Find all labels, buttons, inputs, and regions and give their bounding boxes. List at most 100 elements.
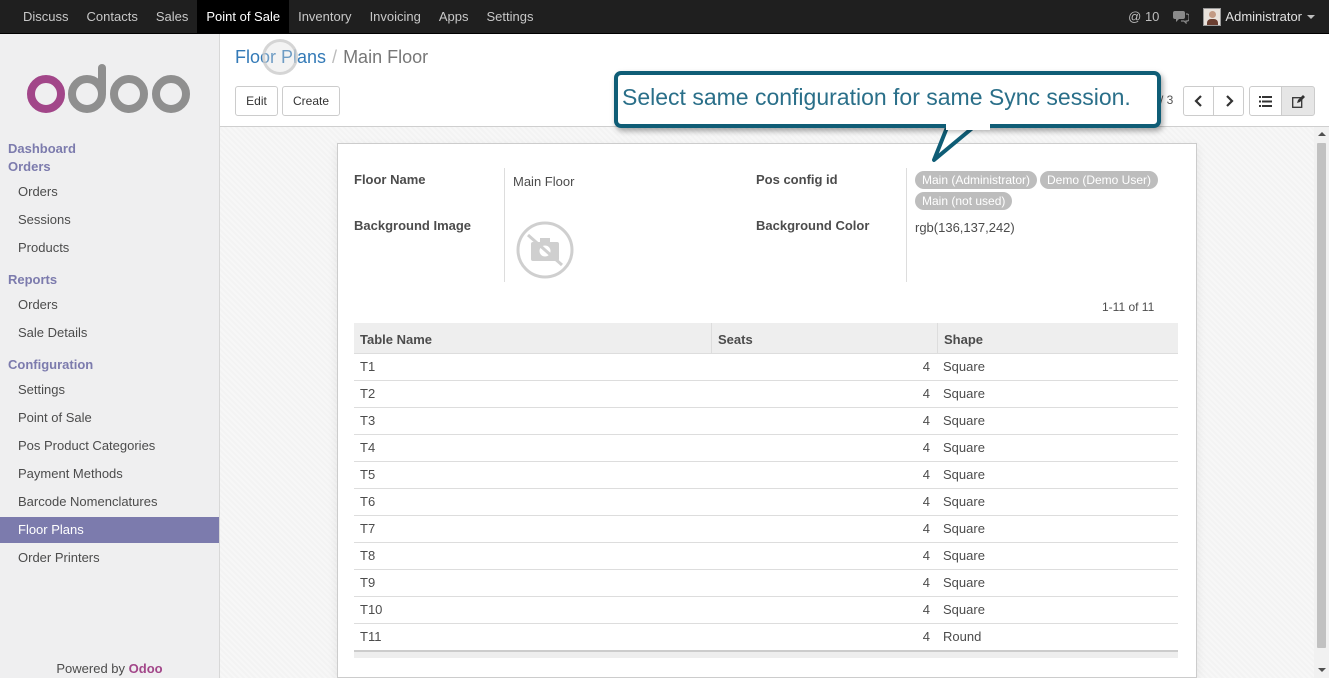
column-table-name[interactable]: Table Name	[360, 323, 432, 354]
scrollbar[interactable]	[1314, 127, 1329, 678]
table-row[interactable]: T8 4 Square	[354, 543, 1178, 570]
chat-icon[interactable]	[1173, 10, 1190, 24]
click-indicator	[262, 39, 298, 75]
sidebar-item-sale-details[interactable]: Sale Details	[0, 320, 219, 346]
menu-point-of-sale[interactable]: Point of Sale	[197, 0, 290, 33]
table-row[interactable]: T7 4 Square	[354, 516, 1178, 543]
cell-table-name: T9	[360, 575, 376, 590]
mentions-counter[interactable]: @ 10	[1128, 9, 1159, 24]
avatar	[1203, 7, 1222, 26]
sidebar-item-payment-methods[interactable]: Payment Methods	[0, 461, 219, 487]
column-divider	[937, 323, 938, 354]
floor-name-value: Main Floor	[513, 174, 575, 189]
sidebar-item-sessions[interactable]: Sessions	[0, 207, 219, 233]
sidebar-dashboard[interactable]: Dashboard	[8, 141, 76, 156]
pos-config-tag[interactable]: Main (Administrator)	[915, 171, 1038, 189]
systray: @ 10 Administrator	[1128, 0, 1329, 33]
menu-contacts[interactable]: Contacts	[78, 0, 147, 33]
sidebar-item-order-printers[interactable]: Order Printers	[0, 545, 219, 571]
list-view-button[interactable]	[1249, 86, 1282, 116]
odoo-logo	[27, 64, 190, 113]
sidebar-section-configuration[interactable]: Configuration	[8, 357, 93, 372]
cell-shape: Square	[943, 575, 985, 590]
pos-config-tag[interactable]: Demo (Demo User)	[1040, 171, 1159, 189]
create-button[interactable]: Create	[282, 86, 340, 116]
sidebar-item-pos-product-categories[interactable]: Pos Product Categories	[0, 433, 219, 459]
cell-seats: 4	[922, 494, 930, 509]
background-image-label: Background Image	[354, 218, 472, 233]
sidebar-item-report-orders[interactable]: Orders	[0, 292, 219, 318]
cell-seats: 4	[922, 575, 930, 590]
powered-by-brand[interactable]: Odoo	[129, 661, 163, 676]
cell-shape: Square	[943, 521, 985, 536]
cell-shape: Square	[943, 440, 985, 455]
chevron-left-icon	[1193, 95, 1202, 107]
sidebar-item-barcode-nomenclatures[interactable]: Barcode Nomenclatures	[0, 489, 219, 515]
cell-shape: Square	[943, 602, 985, 617]
pos-config-tag[interactable]: Main (not used)	[915, 192, 1013, 210]
no-image-icon[interactable]	[516, 221, 574, 279]
user-menu[interactable]: Administrator	[1203, 7, 1315, 26]
cell-table-name: T7	[360, 521, 376, 536]
callout-pointer-join	[946, 118, 990, 130]
powered-by: Powered by Odoo	[0, 661, 219, 676]
floor-name-label: Floor Name	[354, 172, 426, 187]
cell-table-name: T5	[360, 467, 376, 482]
pager-value: / 3	[1160, 93, 1174, 107]
table-row[interactable]: T6 4 Square	[354, 489, 1178, 516]
scroll-up-arrow-icon[interactable]	[1318, 132, 1326, 136]
cell-seats: 4	[922, 602, 930, 617]
menu-apps[interactable]: Apps	[430, 0, 478, 33]
cell-shape: Square	[943, 359, 985, 374]
menu-inventory[interactable]: Inventory	[289, 0, 360, 33]
table-row[interactable]: T5 4 Square	[354, 462, 1178, 489]
scroll-down-arrow-icon[interactable]	[1318, 668, 1326, 672]
table-row[interactable]: T3 4 Square	[354, 408, 1178, 435]
edit-button[interactable]: Edit	[235, 86, 278, 116]
edit-icon	[1291, 94, 1305, 108]
cell-table-name: T10	[360, 602, 383, 617]
cell-seats: 4	[922, 440, 930, 455]
sidebar: Dashboard Orders Orders Sessions Product…	[0, 34, 220, 678]
sidebar-item-products[interactable]: Products	[0, 235, 219, 261]
cell-seats: 4	[922, 629, 930, 644]
menu-invoicing[interactable]: Invoicing	[361, 0, 430, 33]
cell-table-name: T4	[360, 440, 376, 455]
column-seats[interactable]: Seats	[718, 323, 753, 354]
menu-sales[interactable]: Sales	[147, 0, 198, 33]
breadcrumb-separator: /	[332, 47, 338, 67]
table-row[interactable]: T9 4 Square	[354, 570, 1178, 597]
list-icon	[1259, 95, 1272, 107]
cell-table-name: T3	[360, 413, 376, 428]
table-row[interactable]: T11 4 Round	[354, 624, 1178, 651]
cell-table-name: T11	[360, 629, 382, 644]
cell-shape: Square	[943, 386, 985, 401]
cell-shape: Square	[943, 548, 985, 563]
chevron-down-icon	[1307, 14, 1315, 19]
table-row[interactable]: T10 4 Square	[354, 597, 1178, 624]
cell-seats: 4	[922, 548, 930, 563]
sidebar-item-settings[interactable]: Settings	[0, 377, 219, 403]
powered-by-text: Powered by	[56, 661, 126, 676]
tables-header: Table Name Seats Shape	[354, 323, 1178, 354]
table-row[interactable]: T2 4 Square	[354, 381, 1178, 408]
sidebar-section-reports[interactable]: Reports	[8, 272, 57, 287]
form-view-button[interactable]	[1281, 86, 1315, 116]
pager-next-button[interactable]	[1213, 86, 1244, 116]
menu-settings[interactable]: Settings	[478, 0, 543, 33]
table-row[interactable]: T4 4 Square	[354, 435, 1178, 462]
cell-table-name: T8	[360, 548, 376, 563]
sidebar-item-orders[interactable]: Orders	[0, 179, 219, 205]
scrollbar-thumb[interactable]	[1317, 143, 1326, 648]
table-pager[interactable]: 1-11 of 11	[1102, 300, 1154, 314]
sidebar-section-orders[interactable]: Orders	[8, 159, 51, 174]
column-shape[interactable]: Shape	[944, 323, 983, 354]
sidebar-item-floor-plans[interactable]: Floor Plans	[0, 517, 219, 543]
user-name: Administrator	[1225, 9, 1302, 24]
sidebar-item-point-of-sale[interactable]: Point of Sale	[0, 405, 219, 431]
cell-seats: 4	[922, 413, 930, 428]
menu-discuss[interactable]: Discuss	[14, 0, 78, 33]
background-color-label: Background Color	[756, 218, 870, 233]
pager-previous-button[interactable]	[1183, 86, 1214, 116]
table-row[interactable]: T1 4 Square	[354, 354, 1178, 381]
